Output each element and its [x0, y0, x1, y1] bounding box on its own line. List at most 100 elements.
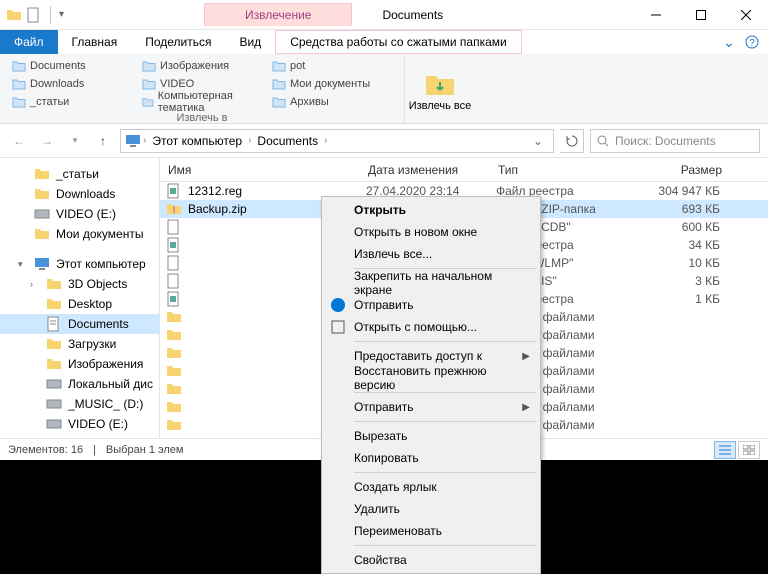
context-menu-item[interactable]: Открыть с помощью...	[324, 316, 538, 338]
minimize-button[interactable]	[633, 0, 678, 30]
folder-icon	[166, 399, 182, 415]
nav-item[interactable]: Изображения	[0, 354, 159, 374]
breadcrumb-root[interactable]: Этот компьютер	[148, 134, 246, 148]
folder-icon	[142, 95, 154, 109]
nav-item[interactable]: Локальный дис	[0, 374, 159, 394]
nav-item[interactable]: Documents	[0, 314, 159, 334]
view-icons-button[interactable]	[738, 441, 760, 459]
folder-icon	[166, 363, 182, 379]
ribbon-collapse-icon[interactable]: ⌄	[720, 30, 744, 54]
context-menu-item[interactable]: Открыть в новом окне	[324, 221, 538, 243]
maximize-button[interactable]	[678, 0, 723, 30]
column-date[interactable]: Дата изменения	[360, 163, 490, 177]
title-bar: ▾ Извлечение Documents	[0, 0, 768, 30]
column-type[interactable]: Тип	[490, 163, 640, 177]
nav-recent-dropdown[interactable]: ▾	[64, 130, 86, 152]
nav-item[interactable]: Desktop	[0, 294, 159, 314]
tab-view[interactable]: Вид	[225, 30, 275, 54]
folder-icon	[272, 59, 286, 73]
document-icon	[26, 7, 42, 23]
ribbon-group-extract-to: DocumentsИзображенияpotDownloadsVIDEOМои…	[0, 54, 405, 123]
nav-item[interactable]: Загрузки	[0, 334, 159, 354]
folder-icon	[272, 77, 286, 91]
contextual-tab-extract[interactable]: Извлечение	[204, 3, 352, 26]
nav-item[interactable]: _статьи	[0, 164, 159, 184]
folder-icon	[12, 77, 26, 91]
view-details-button[interactable]	[714, 441, 736, 459]
address-bar[interactable]: › Этот компьютер › Documents › ⌄	[120, 129, 554, 153]
tab-home[interactable]: Главная	[58, 30, 132, 54]
window-title: Documents	[382, 8, 443, 22]
column-size[interactable]: Размер	[640, 163, 730, 177]
ribbon-pin-item[interactable]: Downloads	[12, 76, 132, 92]
address-dropdown-icon[interactable]: ⌄	[527, 134, 549, 148]
nav-item[interactable]: _MUSIC_ (D:)	[0, 394, 159, 414]
extract-all-button[interactable]: Извлечь все	[405, 54, 475, 123]
ribbon-pin-item[interactable]: Documents	[12, 58, 132, 74]
context-menu-item[interactable]: Копировать	[324, 447, 538, 469]
breadcrumb-folder[interactable]: Documents	[253, 134, 322, 148]
context-menu-item[interactable]: Удалить	[324, 498, 538, 520]
status-selected-count: Выбран 1 элем	[106, 444, 184, 456]
nav-back-button[interactable]: ←	[8, 130, 30, 152]
folder-icon	[272, 95, 286, 109]
file-explorer-window: ▾ Извлечение Documents Файл Главная Поде…	[0, 0, 768, 502]
context-menu-item[interactable]: Создать ярлык	[324, 476, 538, 498]
ribbon-pin-item[interactable]: _статьи	[12, 94, 132, 110]
svg-text:?: ?	[749, 38, 755, 49]
openwith-icon	[330, 319, 346, 335]
extract-icon	[424, 68, 456, 100]
folder-icon	[166, 345, 182, 361]
context-menu-item[interactable]: Отправить▶	[324, 396, 538, 418]
folder-icon	[6, 7, 22, 23]
ribbon-pin-item[interactable]: Компьютерная тематика	[142, 94, 262, 110]
tab-share[interactable]: Поделиться	[131, 30, 225, 54]
context-menu-item[interactable]: Вырезать	[324, 425, 538, 447]
folder-icon	[166, 309, 182, 325]
nav-item[interactable]: ›3D Objects	[0, 274, 159, 294]
ribbon-pin-item[interactable]: pot	[272, 58, 392, 74]
folder-icon	[142, 59, 156, 73]
context-menu-item[interactable]: Закрепить на начальном экране	[324, 272, 538, 294]
context-menu-item[interactable]: Извлечь все...	[324, 243, 538, 265]
edge-icon	[330, 297, 346, 313]
nav-up-button[interactable]: ↑	[92, 130, 114, 152]
context-menu-item[interactable]: Переименовать	[324, 520, 538, 542]
nav-forward-button[interactable]: →	[36, 130, 58, 152]
refresh-button[interactable]	[560, 129, 584, 153]
folder-icon	[12, 95, 26, 109]
ribbon-pin-item[interactable]: Мои документы	[272, 76, 392, 92]
folder-icon	[166, 417, 182, 433]
column-name[interactable]: Имя	[160, 163, 360, 177]
tab-file[interactable]: Файл	[0, 30, 58, 54]
nav-item[interactable]: ▾Этот компьютер	[0, 254, 159, 274]
nav-item[interactable]: VIDEO (E:)	[0, 204, 159, 224]
nav-item[interactable]: Мои документы	[0, 224, 159, 244]
context-menu-item[interactable]: Свойства	[324, 549, 538, 571]
context-menu-separator	[354, 341, 536, 342]
context-menu-item[interactable]: Восстановить прежнюю версию	[324, 367, 538, 389]
tab-compressed-tools[interactable]: Средства работы со сжатыми папками	[275, 30, 522, 54]
folder-icon	[12, 59, 26, 73]
qat-dropdown-icon[interactable]: ▾	[59, 9, 64, 20]
ribbon-pin-item[interactable]: Архивы	[272, 94, 392, 110]
window-controls	[633, 0, 768, 30]
context-menu-separator	[354, 472, 536, 473]
nav-item[interactable]: Downloads	[0, 184, 159, 204]
search-input[interactable]: Поиск: Documents	[590, 129, 760, 153]
nav-item[interactable]: VIDEO (E:)	[0, 414, 159, 434]
file-icon	[166, 273, 182, 289]
reg-icon	[166, 183, 182, 199]
context-menu-item[interactable]: Открыть	[324, 199, 538, 221]
reg-icon	[166, 237, 182, 253]
context-menu-separator	[354, 392, 536, 393]
context-menu-item[interactable]: Отправить	[324, 294, 538, 316]
main-panes: _статьиDownloadsVIDEO (E:)Мои документы▾…	[0, 158, 768, 466]
navigation-pane: _статьиDownloadsVIDEO (E:)Мои документы▾…	[0, 158, 160, 466]
help-icon[interactable]: ?	[744, 30, 768, 54]
context-menu-separator	[354, 545, 536, 546]
reg-icon	[166, 291, 182, 307]
folder-icon	[166, 381, 182, 397]
ribbon-pin-item[interactable]: Изображения	[142, 58, 262, 74]
close-button[interactable]	[723, 0, 768, 30]
